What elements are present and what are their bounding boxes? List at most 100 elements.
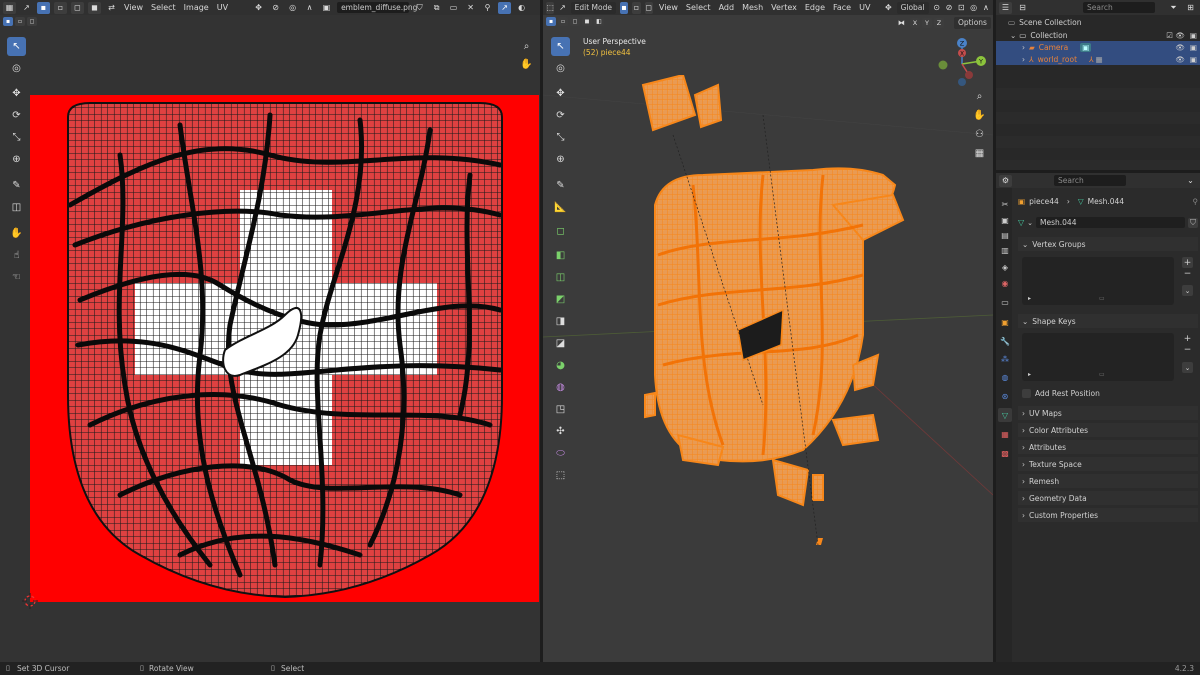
properties-options-icon[interactable]: ⌄ [1184,175,1197,187]
uv-menu-select[interactable]: Select [149,3,178,12]
outliner-editor-type-icon[interactable]: ☰ [999,1,1012,14]
shape-keys-list[interactable]: ▸ ▭ [1022,333,1174,381]
vertex-groups-list-grip-icon[interactable]: ▭ [1099,295,1105,302]
vertex-group-menu-button[interactable]: ⌄ [1182,285,1193,296]
camera-visibility-icon[interactable]: 👁 [1175,43,1185,52]
cursor-tool[interactable]: ◎ [7,59,26,78]
uv-select-mode-face-icon[interactable]: ◻ [71,1,84,14]
vertex-select-icon[interactable]: ▪ [619,1,629,14]
annotate-tool[interactable]: ✎ [7,176,26,195]
collection-visibility-icon[interactable]: 👁 [1175,31,1185,40]
panel-shape-keys[interactable]: ⌄ Shape Keys [1018,314,1198,328]
falloff-icon[interactable]: ∧ [303,2,316,14]
vertex-groups-list-expand-icon[interactable]: ▸ [1028,295,1031,302]
vp-pan-icon[interactable]: ✋ [971,107,988,124]
vp-camera-view-icon[interactable]: ⚇ [971,126,988,143]
viewport-arrow-icon[interactable]: ↗ [558,2,566,14]
unlink-image-icon[interactable]: ✕ [464,2,477,14]
uv-edge-select-icon[interactable]: ▫ [15,17,25,26]
mode-dropdown[interactable]: Edit Mode [570,1,616,14]
panel-geometry-data[interactable]: › Geometry Data [1018,491,1198,505]
orientation-dropdown[interactable]: Global [896,1,929,14]
mesh-fake-user-icon[interactable]: ⛉ [1188,217,1198,228]
collection-camera-icon[interactable]: ▣ [1190,31,1197,40]
tweak-tool[interactable]: ↖ [7,37,26,56]
viewport-menu-face[interactable]: Face [831,3,853,12]
tab-render-icon[interactable]: ▣ [998,213,1012,227]
breadcrumb-pin-icon[interactable]: ⚲ [1193,197,1199,206]
vertex-groups-list[interactable]: ▸ ▭ [1022,257,1174,305]
properties-editor-type-icon[interactable]: ⚙ [999,174,1012,187]
outliner-filter-icon[interactable]: ⏷ [1167,2,1180,14]
tab-world-icon[interactable]: ◉ [998,276,1012,290]
new-image-icon[interactable]: ⧉ [430,2,443,14]
camera-render-icon[interactable]: ▣ [1190,43,1197,52]
uv-face-select-icon[interactable]: ◻ [27,17,37,26]
panel-custom-properties[interactable]: › Custom Properties [1018,508,1198,522]
world-root-expand-icon[interactable]: › [1022,55,1025,64]
pivot-point-icon[interactable]: ⊙ [933,2,941,14]
tab-material-icon[interactable]: ▩ [998,446,1012,460]
rotate-tool[interactable]: ⟳ [7,106,26,125]
transform-tool[interactable]: ⊕ [7,150,26,169]
tab-particles-icon[interactable]: ⁂ [998,352,1012,366]
uv-editor-canvas[interactable]: ▪ ▫ ◻ ↖ ◎ ✥ ⟳ ⤡ ⊕ ✎ ◫ ✋ ☝ ☜ ⌕ ✋ [0,15,540,662]
move-tool[interactable]: ✥ [7,84,26,103]
uv-select-mode-edge-icon[interactable]: ▫ [54,1,67,14]
add-rest-position-checkbox[interactable] [1022,388,1031,398]
panel-remesh[interactable]: › Remesh [1018,474,1198,488]
gizmo-x-axis-neg[interactable] [965,71,973,79]
outliner-collection[interactable]: ⌄ ▭ Collection ☑ 👁 ▣ [996,29,1200,41]
vp-zoom-icon[interactable]: ⌕ [971,88,988,105]
tab-output-icon[interactable]: ▤ [998,228,1012,242]
world-root-render-icon[interactable]: ▣ [1190,55,1197,64]
relax-tool[interactable]: ☝ [7,246,26,265]
tab-object-icon[interactable]: ▣ [998,315,1012,329]
overlay-icon[interactable]: ◐ [515,2,528,14]
orientation-icon[interactable]: ✥ [884,2,892,14]
outliner-item-world-root[interactable]: › ⅄ world_root ⅄ ▦ 👁 ▣ [996,53,1200,65]
viewport-menu-mesh[interactable]: Mesh [740,3,765,12]
image-name-field[interactable]: emblem_diffuse.png [337,2,417,13]
image-browse-icon[interactable]: ▣ [320,2,333,14]
properties-search[interactable]: Search [1054,175,1126,186]
outliner-new-collection-icon[interactable]: ⊞ [1184,2,1197,14]
snap-target-icon[interactable]: ⊡ [957,2,965,14]
mesh-datablock-icon[interactable]: ▽ [1018,218,1024,227]
uv-pan-icon[interactable]: ✋ [518,56,535,73]
uv-menu-image[interactable]: Image [182,3,211,12]
panel-color-attributes[interactable]: › Color Attributes [1018,423,1198,437]
tab-data-icon[interactable]: ▽ [998,408,1012,422]
shape-keys-list-grip-icon[interactable]: ▭ [1099,371,1105,378]
viewport-menu-select[interactable]: Select [684,3,713,12]
outliner-search[interactable]: Search [1083,2,1155,13]
tab-constraints-icon[interactable]: ⊛ [998,389,1012,403]
viewport-menu-vertex[interactable]: Vertex [769,3,799,12]
outliner-display-mode-icon[interactable]: ⊟ [1016,2,1029,14]
collection-checkbox-icon[interactable]: ☑ [1166,31,1173,40]
world-root-visibility-icon[interactable]: 👁 [1175,55,1185,64]
uv-select-mode-island-icon[interactable]: ◼ [88,1,101,14]
tab-tool-icon[interactable]: ✂ [998,197,1012,211]
outliner-item-camera[interactable]: › ▰ Camera ▣ 👁 ▣ [996,41,1200,53]
tab-collection-icon[interactable]: ▭ [998,295,1012,309]
add-rest-position-row[interactable]: Add Rest Position [1022,387,1192,399]
edit-mesh[interactable] [633,75,933,555]
mesh-datablock-dropdown-icon[interactable]: ⌄ [1027,219,1033,227]
gizmo-y-axis-neg[interactable] [938,60,948,70]
proportional-edit-icon[interactable]: ◎ [286,2,299,14]
tab-scene-icon[interactable]: ◈ [998,260,1012,274]
navigation-gizmo[interactable]: Z Y X [933,35,991,93]
fake-user-icon[interactable]: ⛉ [413,2,426,14]
mesh-datablock-name[interactable]: Mesh.044 [1036,217,1185,228]
uv-display-icon[interactable]: ↗ [498,1,512,14]
uv-2d-cursor-icon[interactable] [22,593,38,609]
sync-selection-icon[interactable]: ⇄ [105,2,118,14]
pinch-tool[interactable]: ☜ [7,268,26,287]
uv-menu-uv[interactable]: UV [215,3,230,12]
arrow-tool-icon[interactable]: ↗ [20,2,33,14]
viewport-menu-edge[interactable]: Edge [803,3,827,12]
scale-tool[interactable]: ⤡ [7,128,26,147]
viewport-menu-uv[interactable]: UV [857,3,872,12]
uv-zoom-icon[interactable]: ⌕ [518,38,535,55]
